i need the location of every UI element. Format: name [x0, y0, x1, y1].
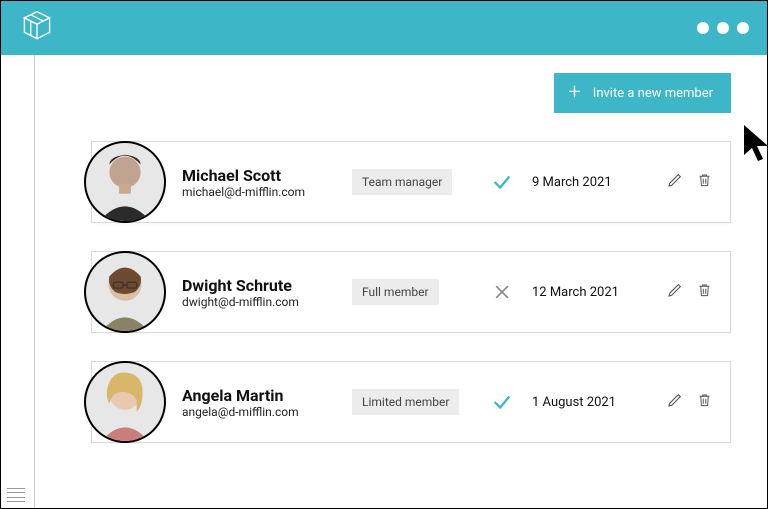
trash-icon — [697, 282, 712, 298]
window-dot-icon[interactable] — [717, 22, 729, 34]
role-badge: Team manager — [352, 169, 452, 195]
avatar — [84, 361, 166, 443]
main-content: + Invite a new member Michael Scott mich… — [35, 55, 767, 508]
role-badge: Full member — [352, 279, 439, 305]
member-row: Dwight Schrute dwight@d-mifflin.com Full… — [91, 251, 731, 333]
member-email: dwight@d-mifflin.com — [182, 295, 352, 309]
member-date: 9 March 2021 — [532, 175, 642, 190]
avatar — [84, 251, 166, 333]
cursor-icon — [741, 123, 768, 163]
invite-label: Invite a new member — [593, 86, 713, 101]
member-name: Dwight Schrute — [182, 276, 352, 295]
pencil-icon — [667, 172, 683, 188]
delete-button[interactable] — [695, 390, 714, 414]
role-badge: Limited member — [352, 389, 459, 415]
member-email: angela@d-mifflin.com — [182, 405, 352, 419]
member-row: Michael Scott michael@d-mifflin.com Team… — [91, 141, 731, 223]
delete-button[interactable] — [695, 280, 714, 304]
invite-member-button[interactable]: + Invite a new member — [554, 73, 731, 113]
avatar — [84, 141, 166, 223]
status-check-icon — [472, 171, 532, 193]
sidebar — [1, 55, 35, 508]
edit-button[interactable] — [665, 170, 685, 194]
member-row: Angela Martin angela@d-mifflin.com Limit… — [91, 361, 731, 443]
member-date: 1 August 2021 — [532, 395, 642, 410]
member-name: Michael Scott — [182, 166, 352, 185]
window-controls[interactable] — [697, 22, 749, 34]
member-email: michael@d-mifflin.com — [182, 185, 352, 199]
member-date: 12 March 2021 — [532, 285, 642, 300]
window-dot-icon[interactable] — [737, 22, 749, 34]
menu-icon[interactable] — [7, 488, 25, 502]
status-check-icon — [472, 391, 532, 413]
cube-logo-icon — [19, 8, 55, 48]
delete-button[interactable] — [695, 170, 714, 194]
invite-wrap: + Invite a new member — [91, 73, 731, 113]
app-window: + Invite a new member Michael Scott mich… — [0, 0, 768, 509]
status-cross-icon — [472, 282, 532, 302]
edit-button[interactable] — [665, 280, 685, 304]
member-name: Angela Martin — [182, 386, 352, 405]
member-list: Michael Scott michael@d-mifflin.com Team… — [91, 141, 731, 443]
trash-icon — [697, 172, 712, 188]
pencil-icon — [667, 392, 683, 408]
window-dot-icon[interactable] — [697, 22, 709, 34]
edit-button[interactable] — [665, 390, 685, 414]
titlebar — [1, 1, 767, 55]
pencil-icon — [667, 282, 683, 298]
plus-icon: + — [568, 82, 580, 104]
trash-icon — [697, 392, 712, 408]
